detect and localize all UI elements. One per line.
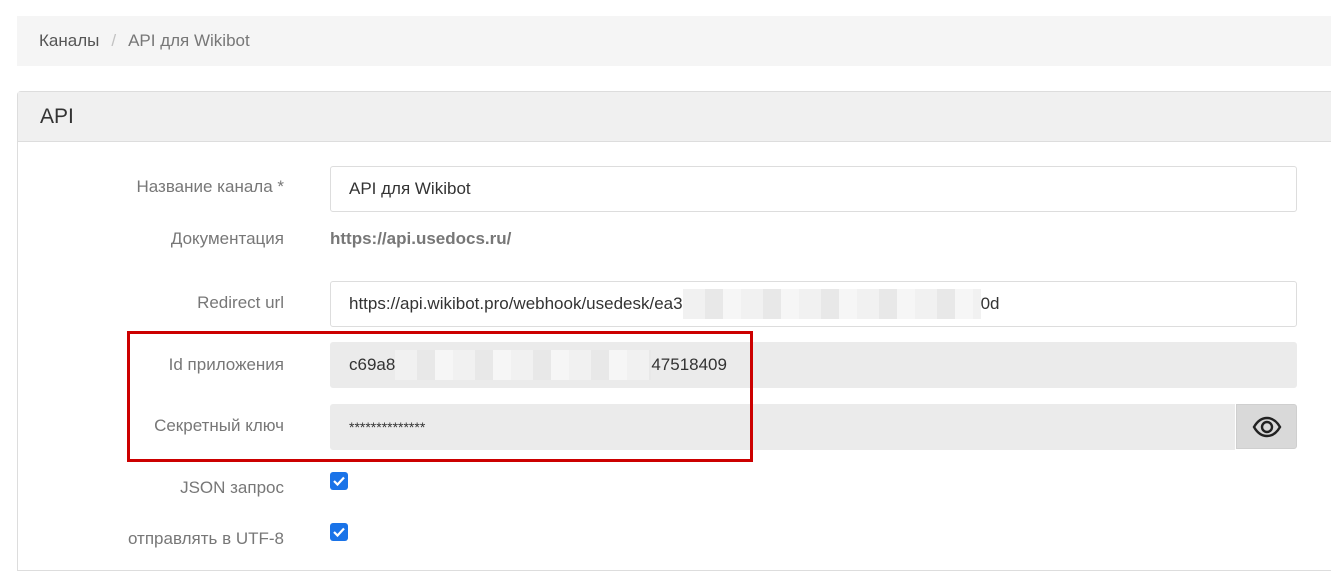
panel-title: API [18,92,1331,142]
channel-name-label: Название канала * [136,177,284,196]
secret-key-value: ************** [349,419,426,435]
redacted-blur [395,350,652,380]
channel-name-input[interactable]: API для Wikibot [330,166,1297,212]
breadcrumb-separator: / [111,31,117,50]
show-secret-button[interactable] [1236,404,1297,449]
channel-name-value: API для Wikibot [349,179,471,198]
app-id-suffix: 47518409 [651,355,727,374]
utf8-checkbox[interactable] [330,523,348,541]
breadcrumb-current: API для Wikibot [128,31,250,50]
redacted-blur [682,289,981,319]
utf8-label: отправлять в UTF-8 [127,529,284,548]
app-id-field: c69a8 47518409 [330,342,1297,388]
redirect-url-input[interactable]: https://api.wikibot.pro/webhook/usedesk/… [330,281,1297,327]
redirect-url-label: Redirect url [197,293,284,312]
api-panel: API [17,91,1331,571]
redirect-url-prefix: https://api.wikibot.pro/webhook/usedesk/… [349,294,683,313]
check-icon [333,476,345,487]
breadcrumb-channels-link[interactable]: Каналы [39,31,99,51]
check-icon [333,527,345,538]
app-id-prefix: c69a8 [349,355,396,374]
breadcrumb: Каналы / API для Wikibot [17,16,1331,66]
redirect-url-suffix: 0d [980,294,1000,313]
app-id-label: Id приложения [168,355,284,374]
secret-key-field: ************** [330,404,1235,450]
secret-key-label: Секретный ключ [154,416,284,435]
json-request-label: JSON запрос [180,478,284,497]
documentation-label: Документация [170,229,284,248]
eye-icon [1252,416,1281,437]
documentation-link[interactable]: https://api.usedocs.ru/ [330,229,511,249]
json-request-checkbox[interactable] [330,472,348,490]
